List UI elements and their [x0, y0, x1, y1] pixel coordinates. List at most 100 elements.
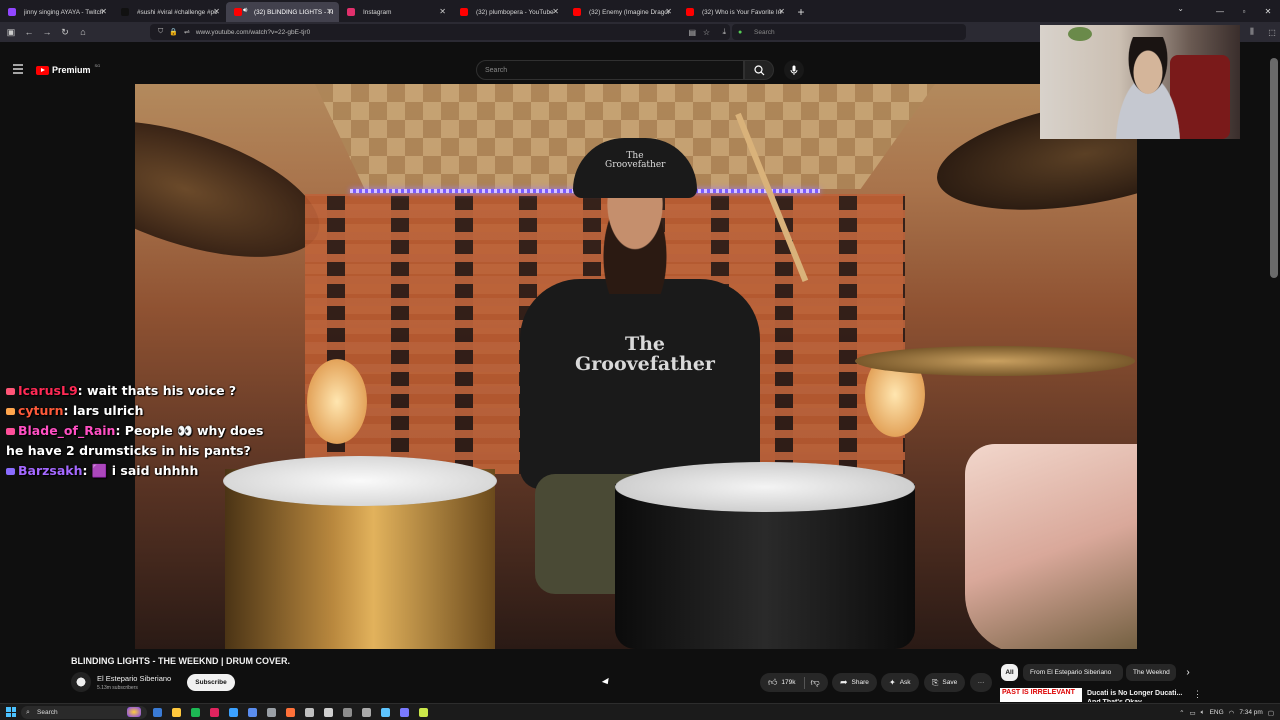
taskbar-app-icon[interactable] — [210, 708, 219, 717]
language-indicator[interactable]: ENG — [1210, 709, 1224, 716]
tray-chevron-icon[interactable]: ⌃ — [1179, 709, 1184, 717]
subscribe-button[interactable]: Subscribe — [187, 674, 235, 691]
chevron-right-icon[interactable]: › — [1181, 664, 1195, 681]
taskbar-app-icon[interactable] — [419, 708, 428, 717]
video-player[interactable]: The Groovefather The Groovefather — [135, 84, 1137, 649]
bookmark-star-icon[interactable]: ☆ — [703, 28, 710, 37]
minimize-icon[interactable]: — — [1208, 0, 1232, 22]
tab-close-icon[interactable]: ✕ — [326, 7, 333, 16]
window-controls: — ▫ ✕ — [1208, 0, 1280, 22]
new-tab-button[interactable]: + — [791, 2, 811, 22]
search-highlight-icon — [127, 707, 141, 717]
browser-tab[interactable]: 🔊︎ (32) BLINDING LIGHTS - THE ✕ — [226, 2, 339, 22]
maximize-icon[interactable]: ▫ — [1232, 0, 1256, 22]
network-icon[interactable]: ▭ — [1190, 709, 1196, 717]
tab-audio-icon[interactable]: 🔊︎ — [243, 7, 247, 15]
tab-title: Instagram — [363, 8, 392, 16]
chat-username: Barzsakh — [18, 463, 83, 478]
rec-title: Ducati is No Longer Ducati... — [1087, 690, 1183, 697]
tab-close-icon[interactable]: ✕ — [778, 7, 785, 16]
save-button[interactable]: ⎘ Save — [924, 673, 966, 692]
home-icon[interactable]: ⌂ — [74, 23, 92, 41]
taskbar-app-icon[interactable] — [248, 708, 257, 717]
taskbar-app-icon[interactable] — [324, 708, 333, 717]
browser-search-field[interactable]: ● Search — [732, 24, 966, 40]
clock[interactable]: 7:34 pm — [1239, 709, 1263, 716]
extensions-icon[interactable]: ⬚ — [1264, 24, 1280, 40]
browser-tab[interactable]: (32) Enemy (Imagine Dragons, ✕ — [565, 2, 678, 22]
back-icon[interactable]: ← — [20, 23, 38, 41]
taskbar-app-icon[interactable] — [191, 708, 200, 717]
chat-text: : lars ulrich — [63, 403, 144, 418]
tab-close-icon[interactable]: ✕ — [665, 7, 672, 16]
taskbar-app-icon[interactable] — [305, 708, 314, 717]
logo-text: Premium — [52, 65, 91, 75]
thumbs-up-icon: 👍︎ — [768, 677, 778, 687]
hamburger-menu-icon[interactable] — [12, 63, 24, 75]
wifi-icon[interactable]: ◠ — [1229, 709, 1235, 717]
ask-button[interactable]: ✦ Ask — [881, 673, 919, 692]
cap-print-text: The Groovefather — [605, 151, 666, 170]
taskbar-app-icon[interactable] — [172, 708, 181, 717]
taskbar-app-icon[interactable] — [381, 708, 390, 717]
tab-close-icon[interactable]: ✕ — [100, 7, 107, 16]
chip-the-weeknd[interactable]: The Weeknd — [1126, 664, 1176, 681]
library-icon[interactable]: ⫼ — [1244, 24, 1260, 40]
reader-view-icon[interactable]: ▤ — [688, 28, 696, 37]
taskbar-app-icon[interactable] — [362, 708, 371, 717]
tab-close-icon[interactable]: ✕ — [439, 7, 446, 16]
windows-start-icon[interactable] — [6, 707, 16, 717]
recommended-video[interactable]: PAST IS IRRELEVANT Ducati is No Longer D… — [1000, 688, 1200, 702]
taskbar-app-icon[interactable] — [229, 708, 238, 717]
voice-search-button[interactable] — [784, 60, 804, 80]
close-window-icon[interactable]: ✕ — [1256, 0, 1280, 22]
tab-title: #sushi #viral #challenge #puzz — [137, 8, 217, 16]
url-bar[interactable]: ⛉ 🔒 ⇌ www.youtube.com/watch?v=22-gbE-tjr… — [150, 24, 730, 40]
youtube-search-input[interactable]: Search — [476, 60, 744, 80]
tab-favicon-icon — [460, 8, 468, 16]
streamer-webcam — [1040, 25, 1240, 139]
channel-avatar[interactable] — [71, 672, 91, 692]
chip-all[interactable]: All — [1001, 664, 1018, 681]
chat-text: : 🟪 i said uhhhh — [82, 463, 199, 478]
sidebar-toggle-icon[interactable]: ▣ — [2, 23, 20, 41]
forward-icon[interactable]: → — [38, 23, 56, 41]
browser-tab[interactable]: #sushi #viral #challenge #puzz ✕ — [113, 2, 226, 22]
taskbar-search[interactable]: ⌕ Search — [21, 706, 147, 719]
taskbar-app-icon[interactable] — [267, 708, 276, 717]
taskbar-app-icon[interactable] — [153, 708, 162, 717]
list-tabs-chevron-icon[interactable]: ⌄ — [1177, 4, 1184, 13]
taskbar-app-icon[interactable] — [286, 708, 295, 717]
youtube-premium-logo[interactable]: Premium SG — [36, 63, 100, 75]
windows-taskbar: ⌕ Search ⌃ ▭ 🔈︎ ENG ◠ 7:34 pm ▢ — [0, 703, 1280, 720]
more-actions-button[interactable]: ··· — [970, 673, 992, 692]
chip-from-channel[interactable]: From El Estepario Siberiano — [1023, 664, 1123, 681]
tab-close-icon[interactable]: ✕ — [213, 7, 220, 16]
browser-tab[interactable]: (32) Who is Your Favorite Indie ✕ — [678, 2, 791, 22]
volume-icon[interactable]: 🔈︎ — [1201, 709, 1205, 717]
tab-close-icon[interactable]: ✕ — [552, 7, 559, 16]
browser-tab[interactable]: (32) plumbopera - YouTube ✕ — [452, 2, 565, 22]
share-button[interactable]: ➦ Share — [832, 673, 877, 692]
tab-title: jinny singing AYAYA - Twitch — [24, 8, 104, 16]
taskbar-app-icon[interactable] — [400, 708, 409, 717]
page-scrollbar[interactable] — [1270, 58, 1278, 278]
search-engine-icon: ● — [738, 28, 743, 36]
notifications-icon[interactable]: ▢ — [1268, 709, 1274, 717]
downloads-icon[interactable]: ⤓ — [722, 27, 726, 37]
browser-tab[interactable]: Instagram ✕ — [339, 2, 452, 22]
rec-kebab-menu-icon[interactable]: ⋮ — [1193, 689, 1202, 700]
chat-badge-icon — [6, 428, 15, 435]
browser-tab[interactable]: jinny singing AYAYA - Twitch ✕ — [0, 2, 113, 22]
reload-icon[interactable]: ↻ — [56, 23, 74, 41]
chat-username: cyturn — [18, 403, 64, 418]
channel-name[interactable]: El Estepario Siberiano — [97, 674, 171, 683]
taskbar-app-icon[interactable] — [343, 708, 352, 717]
system-tray: ⌃ ▭ 🔈︎ ENG ◠ 7:34 pm ▢ — [1179, 704, 1274, 720]
thumbs-down-icon[interactable]: 👎︎ — [811, 677, 820, 688]
like-button[interactable]: 👍︎ 179k 👎︎ — [760, 673, 828, 692]
chat-badge-icon — [6, 468, 15, 475]
tab-favicon-icon — [686, 8, 694, 16]
tab-favicon-icon — [347, 8, 355, 16]
youtube-search-button[interactable] — [744, 60, 774, 80]
